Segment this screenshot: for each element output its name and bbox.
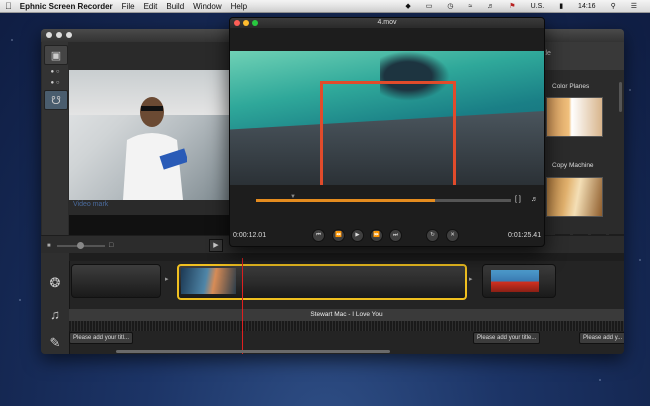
- app-name-menu[interactable]: Ephnic Screen Recorder: [20, 2, 113, 11]
- effect-label-copy-machine: Copy Machine: [552, 162, 594, 169]
- zoom-out-icon[interactable]: ■: [47, 243, 51, 249]
- clip-thumbnail: [181, 268, 236, 294]
- menu-edit[interactable]: Edit: [144, 2, 158, 11]
- record-option-a-icon[interactable]: ● ○: [44, 68, 66, 76]
- skip-to-end-button[interactable]: ⏭: [389, 229, 402, 242]
- player-title: 4.mov: [377, 19, 397, 26]
- video-clip-selected[interactable]: [177, 264, 467, 300]
- input-source-label[interactable]: U.S.: [531, 3, 545, 10]
- notification-center-icon[interactable]: ☰: [631, 2, 637, 10]
- dropbox-icon[interactable]: ◆: [405, 2, 410, 10]
- timeline-play-button[interactable]: ▶: [209, 239, 223, 252]
- player-title-bar: 4.mov: [230, 18, 544, 28]
- scrub-progress: [256, 199, 435, 202]
- clip-3-thumbnail: [491, 270, 539, 292]
- effects-panel: itle Color Planes Copy Machine: [541, 42, 624, 242]
- apple-menu-icon[interactable]: : [5, 1, 12, 11]
- volume-icon[interactable]: ♬: [487, 3, 494, 10]
- transition-marker-1[interactable]: ▸: [165, 275, 169, 283]
- title-clip-2[interactable]: Please add your title...: [473, 332, 541, 344]
- zoom-slider[interactable]: [57, 242, 105, 249]
- loop-button[interactable]: ↻: [426, 229, 439, 242]
- video-red-cage: [320, 81, 456, 185]
- video-frame: [230, 51, 544, 185]
- player-zoom-button[interactable]: [252, 20, 258, 26]
- airplay-icon[interactable]: ▭: [426, 2, 433, 10]
- title-clip-1[interactable]: Please add your titl...: [69, 332, 134, 344]
- play-button[interactable]: ▶: [351, 229, 364, 242]
- effect-label-color-planes: Color Planes: [552, 83, 590, 90]
- scrub-bar[interactable]: [256, 199, 511, 202]
- menu-file[interactable]: File: [122, 2, 135, 11]
- player-controls: 0:00:12.01 ⏮ ⏪ ▶ ⏩ ⏭ ↻ ✕ 0:01:25.41: [230, 216, 544, 246]
- menubar-clock[interactable]: 14:16: [578, 3, 596, 10]
- audio-waveform: [69, 321, 624, 331]
- timeline-area: ❂ ♫ ✎ ▸ ▸ Stewart Mac - I Love You Pleas…: [41, 253, 624, 354]
- title-clip-3[interactable]: Please add y...: [579, 332, 624, 344]
- total-time: 0:01:25.41: [508, 232, 542, 239]
- audio-track-title: Stewart Mac - I Love You: [310, 311, 383, 318]
- video-clip-3[interactable]: [482, 264, 556, 298]
- effect-thumb-copy-machine[interactable]: [546, 177, 603, 217]
- zoom-in-icon[interactable]: □: [109, 242, 113, 249]
- effects-panel-header: itle: [542, 42, 624, 70]
- music-note-icon[interactable]: ♫: [47, 307, 63, 323]
- wifi-icon[interactable]: ≈: [468, 3, 472, 10]
- input-source-flag-icon[interactable]: ⚑: [509, 2, 515, 10]
- preview-person-image: [123, 97, 187, 200]
- fast-forward-button[interactable]: ⏩: [370, 229, 383, 242]
- rewind-button[interactable]: ⏪: [332, 229, 345, 242]
- film-reel-icon[interactable]: ❂: [47, 275, 63, 291]
- menu-build[interactable]: Build: [166, 2, 184, 11]
- timeline-scrollbar[interactable]: [116, 350, 390, 353]
- zoom-slider-thumb[interactable]: [77, 242, 84, 249]
- spotlight-search-icon[interactable]: ⚲: [611, 2, 616, 10]
- skip-to-start-button[interactable]: ⏮: [312, 229, 325, 242]
- close-window-button[interactable]: [46, 32, 52, 38]
- video-watermark-label: Video mark: [73, 201, 109, 208]
- playhead[interactable]: [242, 258, 243, 354]
- preview-letterbox: [69, 215, 229, 237]
- timeline-ruler[interactable]: [69, 253, 624, 261]
- microphone-tool-icon[interactable]: ☋: [44, 90, 68, 110]
- fullscreen-icon[interactable]: [ ]: [515, 196, 521, 203]
- player-close-button[interactable]: [234, 20, 240, 26]
- track-headers: ❂ ♫ ✎: [41, 253, 70, 354]
- minimize-window-button[interactable]: [56, 32, 62, 38]
- player-window: 4.mov ▼ [ ] ♬ 0:00:12.01 ⏮ ⏪ ▶ ⏩ ⏭ ↻ ✕ 0…: [229, 17, 545, 247]
- current-time: 0:00:12.01: [233, 232, 267, 239]
- preview-frame: [69, 70, 229, 200]
- menu-help[interactable]: Help: [231, 2, 247, 11]
- time-machine-icon[interactable]: ◷: [447, 2, 453, 10]
- effect-thumb-color-planes[interactable]: [546, 97, 603, 137]
- menu-bar:  Ephnic Screen Recorder File Edit Build…: [0, 0, 650, 13]
- shuffle-button[interactable]: ✕: [446, 229, 459, 242]
- battery-icon[interactable]: ▮: [559, 2, 563, 10]
- menu-window[interactable]: Window: [193, 2, 221, 11]
- video-clip-1[interactable]: [71, 264, 161, 298]
- pencil-icon[interactable]: ✎: [47, 335, 63, 351]
- player-minimize-button[interactable]: [243, 20, 249, 26]
- effects-panel-scrollbar[interactable]: [619, 82, 622, 112]
- audio-track[interactable]: Stewart Mac - I Love You: [69, 309, 624, 321]
- camera-tool-icon[interactable]: ▣: [44, 45, 68, 65]
- transition-marker-2[interactable]: ▸: [469, 275, 473, 283]
- record-option-b-icon[interactable]: ● ○: [44, 79, 66, 87]
- tool-palette: ▣ ● ○ ● ○ ☋: [42, 42, 68, 242]
- menubar-status-area: ◆ ▭ ◷ ≈ ♬ ⚑ U.S. ▮ 14:16 ⚲ ☰: [405, 0, 646, 12]
- zoom-window-button[interactable]: [66, 32, 72, 38]
- volume-icon[interactable]: ♬: [531, 196, 538, 203]
